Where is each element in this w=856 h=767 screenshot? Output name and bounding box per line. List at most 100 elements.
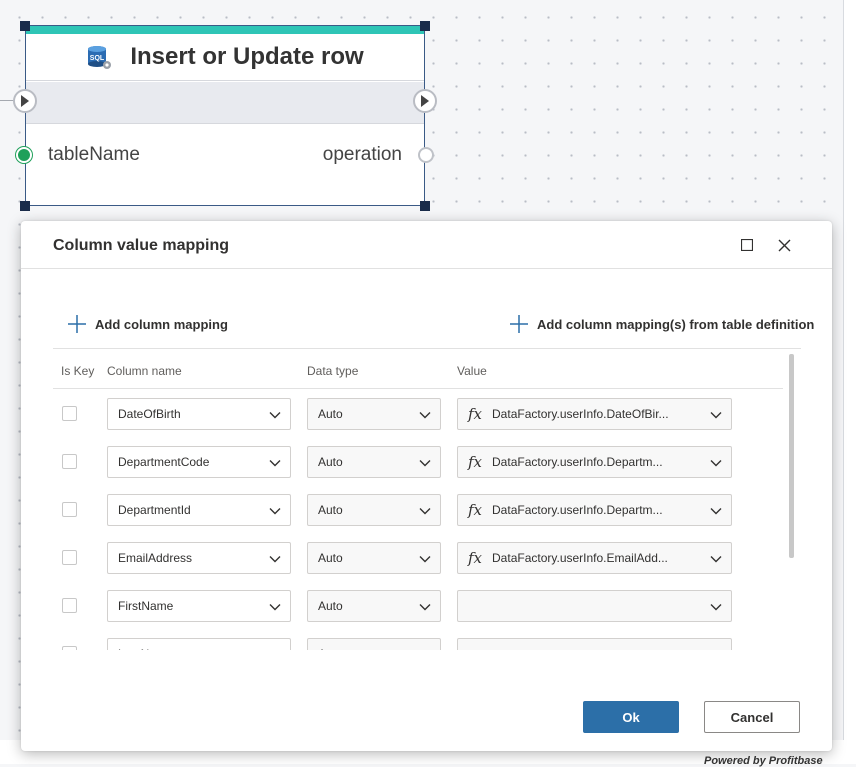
flow-out-port[interactable] xyxy=(413,89,437,113)
header-column-name: Column name xyxy=(107,364,182,378)
sql-database-icon: SQL xyxy=(86,44,112,70)
add-column-mapping-button[interactable]: Add column mapping xyxy=(68,315,228,333)
grid-scrollbar[interactable] xyxy=(789,354,794,558)
chevron-down-icon xyxy=(269,604,281,611)
chevron-down-icon xyxy=(419,508,431,515)
column-name-select[interactable]: LastName xyxy=(107,638,291,650)
chevron-down-icon xyxy=(269,556,281,563)
chevron-down-icon xyxy=(709,648,723,650)
data-type-select[interactable]: Auto xyxy=(307,446,441,478)
column-name-select[interactable]: FirstName xyxy=(107,590,291,622)
input-port-label: tableName xyxy=(48,144,140,165)
dialog-header: Column value mapping xyxy=(21,221,832,269)
header-divider xyxy=(53,388,783,389)
table-row: DateOfBirth Auto fx DataFactory.userInfo.Da… xyxy=(53,398,783,430)
is-key-checkbox[interactable] xyxy=(62,598,77,613)
value-select[interactable] xyxy=(457,590,732,622)
value-text: DataFactory.userInfo.DateOfBir... xyxy=(492,407,669,421)
data-type-select[interactable]: Auto xyxy=(307,638,441,650)
is-key-checkbox[interactable] xyxy=(62,550,77,565)
table-row: FirstName Auto xyxy=(53,590,783,622)
column-name-value: EmailAddress xyxy=(118,551,193,565)
data-type-select[interactable]: Auto xyxy=(307,494,441,526)
flow-node-insert-or-update-row[interactable]: SQL Insert or Update row tableName opera… xyxy=(25,25,425,206)
value-text: DataFactory.userInfo.Departm... xyxy=(492,455,663,469)
column-name-value: LastName xyxy=(118,647,173,650)
output-port-unconnected[interactable] xyxy=(418,147,434,163)
data-type-value: Auto xyxy=(318,455,343,469)
node-flow-band xyxy=(26,82,424,124)
value-text: DataFactory.userInfo.Departm... xyxy=(492,503,663,517)
ok-button[interactable]: Ok xyxy=(583,701,679,733)
column-name-value: DepartmentId xyxy=(118,503,191,517)
resize-handle-bottom-left[interactable] xyxy=(20,201,30,211)
fx-expression-icon: fx xyxy=(468,501,483,519)
data-type-value: Auto xyxy=(318,551,343,565)
chevron-down-icon xyxy=(419,412,431,419)
chevron-down-icon xyxy=(710,412,722,419)
value-select[interactable]: fx DataFactory.userInfo.DateOfBir... xyxy=(457,398,732,430)
resize-handle-bottom-right[interactable] xyxy=(420,201,430,211)
chevron-down-icon xyxy=(710,508,722,515)
maximize-button[interactable] xyxy=(737,235,757,255)
chevron-down-icon xyxy=(269,460,281,467)
cancel-button[interactable]: Cancel xyxy=(704,701,800,733)
add-mapping-from-table-button[interactable]: Add column mapping(s) from table definit… xyxy=(510,315,814,333)
is-key-checkbox[interactable] xyxy=(62,406,77,421)
dialog-title: Column value mapping xyxy=(53,237,230,254)
plus-icon xyxy=(68,315,86,333)
value-select[interactable] xyxy=(457,638,732,650)
header-value: Value xyxy=(457,364,487,378)
column-name-select[interactable]: DateOfBirth xyxy=(107,398,291,430)
chevron-down-icon xyxy=(710,604,722,611)
resize-handle-top-left[interactable] xyxy=(20,21,30,31)
node-title: Insert or Update row xyxy=(130,43,364,70)
fx-expression-icon: fx xyxy=(468,453,483,471)
column-value-mapping-dialog: Column value mapping Add column mapping … xyxy=(21,221,832,751)
column-name-select[interactable]: DepartmentCode xyxy=(107,446,291,478)
resize-handle-top-right[interactable] xyxy=(420,21,430,31)
chevron-down-icon xyxy=(268,648,282,650)
powered-by-text: Powered by Profitbase xyxy=(704,755,823,767)
value-select[interactable]: fx DataFactory.userInfo.Departm... xyxy=(457,494,732,526)
output-port-label: operation xyxy=(322,144,402,165)
chevron-down-icon xyxy=(419,556,431,563)
play-arrow-icon xyxy=(421,95,429,107)
data-type-select[interactable]: Auto xyxy=(307,542,441,574)
close-button[interactable] xyxy=(774,235,794,255)
chevron-down-icon xyxy=(710,460,722,467)
flow-in-port[interactable] xyxy=(13,89,37,113)
add-column-mapping-label: Add column mapping xyxy=(95,316,228,332)
chevron-down-icon xyxy=(419,604,431,611)
data-type-select[interactable]: Auto xyxy=(307,398,441,430)
chevron-down-icon xyxy=(269,508,281,515)
chevron-down-icon xyxy=(269,412,281,419)
chevron-down-icon xyxy=(418,648,432,650)
sql-icon-text: SQL xyxy=(90,55,105,62)
header-is-key: Is Key xyxy=(61,364,95,378)
table-row: EmailAddress Auto fx DataFactory.userInfo.E… xyxy=(53,542,783,574)
data-type-value: Auto xyxy=(318,407,343,421)
column-name-select[interactable]: DepartmentId xyxy=(107,494,291,526)
is-key-checkbox[interactable] xyxy=(62,646,77,650)
header-data-type: Data type xyxy=(307,364,359,378)
plus-icon xyxy=(510,315,528,333)
column-name-value: DateOfBirth xyxy=(118,407,181,421)
data-type-select[interactable]: Auto xyxy=(307,590,441,622)
is-key-checkbox[interactable] xyxy=(62,454,77,469)
canvas-edge xyxy=(843,0,856,764)
is-key-checkbox[interactable] xyxy=(62,502,77,517)
column-name-select[interactable]: EmailAddress xyxy=(107,542,291,574)
data-type-value: Auto xyxy=(318,503,343,517)
input-port-connected[interactable] xyxy=(16,147,32,163)
data-type-value: Auto xyxy=(318,599,343,613)
table-row: DepartmentCode Auto fx DataFactory.userInfo… xyxy=(53,446,783,478)
value-select[interactable]: fx DataFactory.userInfo.EmailAdd... xyxy=(457,542,732,574)
mapping-grid: Is Key Column name Data type Value DateO… xyxy=(53,348,801,650)
column-name-value: DepartmentCode xyxy=(118,455,210,469)
add-mapping-from-table-label: Add column mapping(s) from table definit… xyxy=(537,316,815,332)
chevron-down-icon xyxy=(419,460,431,467)
incoming-connector-line xyxy=(0,100,14,101)
column-name-value: FirstName xyxy=(118,599,174,613)
value-select[interactable]: fx DataFactory.userInfo.Departm... xyxy=(457,446,732,478)
